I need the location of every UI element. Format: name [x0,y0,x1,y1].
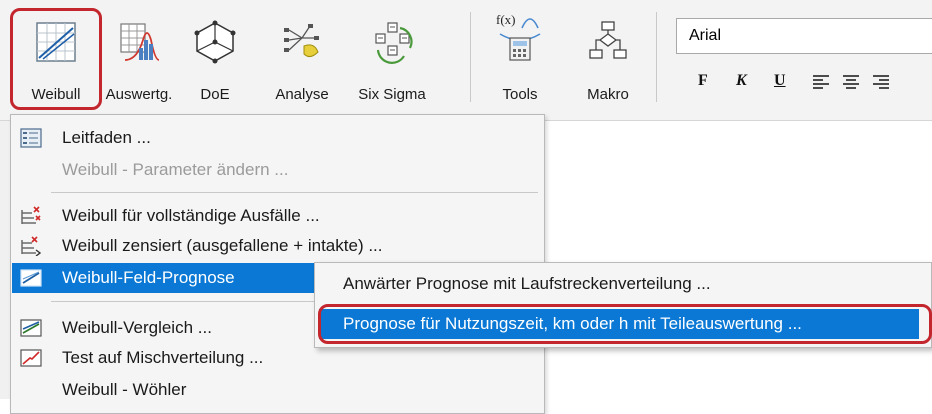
tools-button-label: Tools [502,86,538,103]
submenu-item-label: Anwärter Prognose mit Laufstreckenvertei… [343,274,711,293]
menu-item-label: Weibull für vollständige Ausfälle ... [62,206,320,225]
menu-item-label: Weibull - Parameter ändern ... [62,160,289,179]
menu-item-label: Weibull-Feld-Prognose [62,268,235,287]
auswertung-button-label: Auswertg. [105,86,173,103]
censored-icon [21,236,42,256]
bold-button[interactable]: F [698,72,708,90]
analysis-icon [284,24,319,58]
submenu-annotation-frame [318,304,932,344]
italic-button[interactable]: K [736,72,747,90]
menu-item-label: Weibull - Wöhler [62,380,187,399]
doe-cube-icon [194,20,236,64]
comparison-icon [20,319,42,337]
menu-item-label: Weibull-Vergleich ... [62,318,212,337]
menu-item-woehler[interactable]: Weibull - Wöhler [12,375,543,405]
six-sigma-icon [375,22,413,64]
mixed-distribution-icon [20,349,42,367]
submenu-item-anwaerter-prognose[interactable]: Anwärter Prognose mit Laufstreckenvertei… [319,269,919,299]
doe-button[interactable]: DoE [186,8,244,108]
ribbon-toolbar: Weibull Auswertg. DoE Analyse Six Sigma … [0,0,932,121]
field-forecast-icon [20,269,42,287]
ribbon-separator [656,12,657,102]
menu-item-label: Test auf Mischverteilung ... [62,348,264,367]
makro-button[interactable]: Makro [572,8,644,108]
tools-calculator-graphic [499,18,541,61]
underline-button[interactable]: U [774,72,786,90]
six-sigma-button-label: Six Sigma [358,86,426,103]
complete-failures-icon [21,206,41,224]
makro-button-label: Makro [587,86,629,103]
analyse-button[interactable]: Analyse [264,8,340,108]
menu-item-parameter-aendern: Weibull - Parameter ändern ... [12,155,543,185]
ribbon-separator [470,12,471,102]
align-left-icon[interactable] [812,74,830,90]
menu-separator [51,192,538,193]
six-sigma-button[interactable]: Six Sigma [350,8,434,108]
distribution-icon [120,23,160,61]
menu-item-label: Leitfaden ... [62,128,151,147]
doe-button-label: DoE [200,86,230,103]
macro-flowchart-icon [589,21,627,59]
analyse-button-label: Analyse [275,86,329,103]
align-right-icon[interactable] [872,74,890,90]
menu-item-vollstaendige-ausfaelle[interactable]: Weibull für vollständige Ausfälle ... [12,201,543,231]
weibull-annotation-frame [10,8,102,110]
auswertung-button[interactable]: Auswertg. [100,8,178,108]
menu-item-label: Weibull zensiert (ausgefallene + intakte… [62,236,383,255]
function-tools-icon: f(x) [496,12,544,68]
menu-item-zensiert[interactable]: Weibull zensiert (ausgefallene + intakte… [12,231,543,261]
tools-button[interactable]: f(x) Tools [488,8,552,108]
guide-icon [20,128,42,148]
font-name-field[interactable]: Arial [676,18,932,54]
menu-item-leitfaden[interactable]: Leitfaden ... [12,123,543,153]
align-center-icon[interactable] [842,74,860,90]
